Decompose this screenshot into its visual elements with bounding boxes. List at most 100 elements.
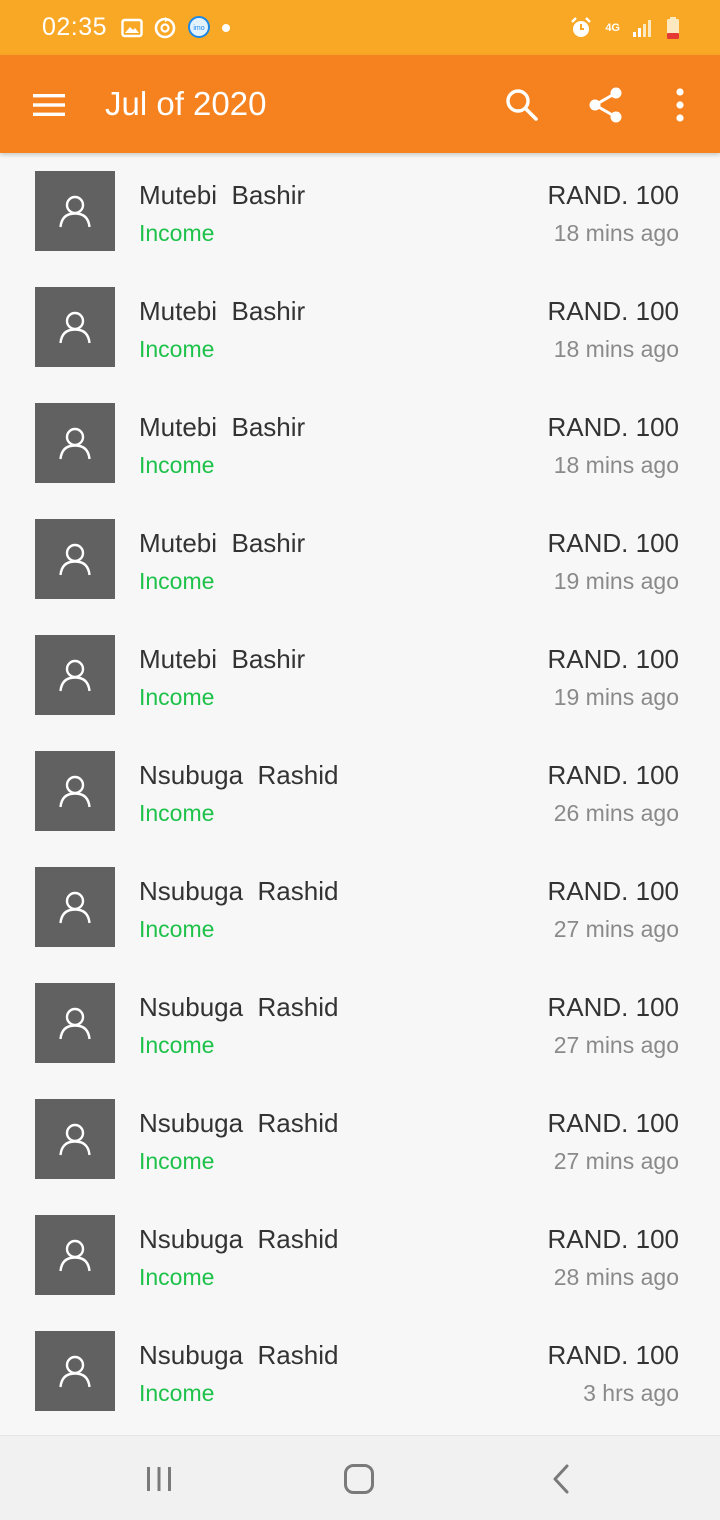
back-icon [553,1464,569,1494]
battery-low-icon [666,16,680,40]
person-icon [59,311,91,344]
avatar [35,635,115,715]
transaction-amount: RAND. 100 [547,296,680,326]
transaction-amount: RAND. 100 [547,1108,680,1138]
sync-icon [153,16,177,40]
transaction-time: 18 mins ago [553,452,679,478]
transaction-time: 19 mins ago [553,684,679,710]
transaction-type: Income [139,1032,215,1058]
person-icon [59,1239,91,1272]
transaction-type: Income [139,452,215,478]
transaction-name: Nsubuga Rashid [139,876,339,906]
transaction-name: Mutebi Bashir [139,180,306,210]
transaction-amount: RAND. 100 [547,180,680,210]
person-icon [59,195,91,228]
transaction-name: Nsubuga Rashid [139,1108,339,1138]
transaction-name: Mutebi Bashir [139,644,306,674]
menu-icon [33,94,65,116]
avatar [35,1215,115,1295]
transaction-row[interactable]: Mutebi Bashir Income RAND. 100 19 mins a… [0,617,720,733]
transaction-name: Nsubuga Rashid [139,992,339,1022]
transaction-amount: RAND. 100 [547,412,680,442]
transaction-type: Income [139,336,215,362]
imo-label: imo [193,25,204,32]
transaction-row[interactable]: Nsubuga Rashid Income RAND. 100 3 hrs ag… [0,1313,720,1429]
avatar [35,287,115,367]
transaction-row[interactable]: Mutebi Bashir Income RAND. 100 18 mins a… [0,269,720,385]
person-icon [59,659,91,692]
transaction-amount: RAND. 100 [547,528,680,558]
alarm-icon [569,16,593,40]
transaction-name: Mutebi Bashir [139,296,306,326]
home-button[interactable] [336,1456,382,1502]
avatar [35,171,115,251]
transaction-type: Income [139,568,215,594]
transaction-time: 19 mins ago [553,568,679,594]
person-icon [59,543,91,576]
system-nav-bar [0,1435,720,1520]
transaction-type: Income [139,1380,215,1406]
transaction-row[interactable]: Mutebi Bashir Income RAND. 100 19 mins a… [0,501,720,617]
signal-icon [632,18,654,38]
transaction-list[interactable]: Mutebi Bashir Income RAND. 100 18 mins a… [0,153,720,1435]
transaction-type: Income [139,916,215,942]
back-button[interactable] [538,1456,584,1502]
menu-button[interactable] [28,84,70,126]
transaction-row[interactable]: Nsubuga Rashid Income RAND. 100 26 mins … [0,733,720,849]
transaction-amount: RAND. 100 [547,876,680,906]
transaction-time: 27 mins ago [553,916,679,942]
transaction-type: Income [139,220,215,246]
transaction-name: Mutebi Bashir [139,412,306,442]
transaction-name: Nsubuga Rashid [139,1224,339,1254]
status-bar: 02:35 imo 4G [0,0,720,55]
avatar [35,1331,115,1411]
transaction-name: Mutebi Bashir [139,528,306,558]
transaction-amount: RAND. 100 [547,1224,680,1254]
status-left-icons: imo [121,15,231,40]
transaction-row[interactable]: Mutebi Bashir Income RAND. 100 18 mins a… [0,153,720,269]
more-vert-icon [676,88,684,122]
transaction-time: 28 mins ago [553,1264,679,1290]
search-icon [506,89,538,121]
transaction-time: 18 mins ago [553,336,679,362]
share-icon [589,87,622,123]
avatar [35,983,115,1063]
status-time: 02:35 [42,13,108,41]
avatar [35,867,115,947]
home-icon [344,1464,374,1494]
avatar [35,403,115,483]
person-icon [59,427,91,460]
transaction-amount: RAND. 100 [547,1340,680,1370]
person-icon [59,891,91,924]
transaction-amount: RAND. 100 [547,644,680,674]
recent-apps-icon [147,1467,171,1491]
transaction-name: Nsubuga Rashid [139,1340,339,1370]
network-4g-icon: 4G [605,22,620,33]
transaction-type: Income [139,1148,215,1174]
recent-apps-button[interactable] [136,1456,182,1502]
search-button[interactable] [498,81,546,129]
transaction-type: Income [139,684,215,710]
transaction-row[interactable]: Nsubuga Rashid Income RAND. 100 27 mins … [0,965,720,1081]
transaction-amount: RAND. 100 [547,992,680,1022]
app-bar: Jul of 2020 [0,55,720,153]
avatar [35,1099,115,1179]
transaction-time: 26 mins ago [553,800,679,826]
imo-icon: imo [187,15,211,40]
avatar [35,519,115,599]
status-right-icons: 4G [569,16,680,40]
transaction-row[interactable]: Nsubuga Rashid Income RAND. 100 27 mins … [0,1081,720,1197]
person-icon [59,1355,91,1388]
transaction-time: 3 hrs ago [583,1380,679,1406]
person-icon [59,1123,91,1156]
transaction-time: 27 mins ago [553,1148,679,1174]
transaction-row[interactable]: Nsubuga Rashid Income RAND. 100 27 mins … [0,849,720,965]
transaction-row[interactable]: Nsubuga Rashid Income RAND. 100 28 mins … [0,1197,720,1313]
transaction-time: 27 mins ago [553,1032,679,1058]
share-button[interactable] [582,81,630,129]
person-icon [59,775,91,808]
more-options-button[interactable] [656,81,704,129]
transaction-type: Income [139,1264,215,1290]
notification-dot-icon [221,23,231,33]
transaction-row[interactable]: Mutebi Bashir Income RAND. 100 18 mins a… [0,385,720,501]
